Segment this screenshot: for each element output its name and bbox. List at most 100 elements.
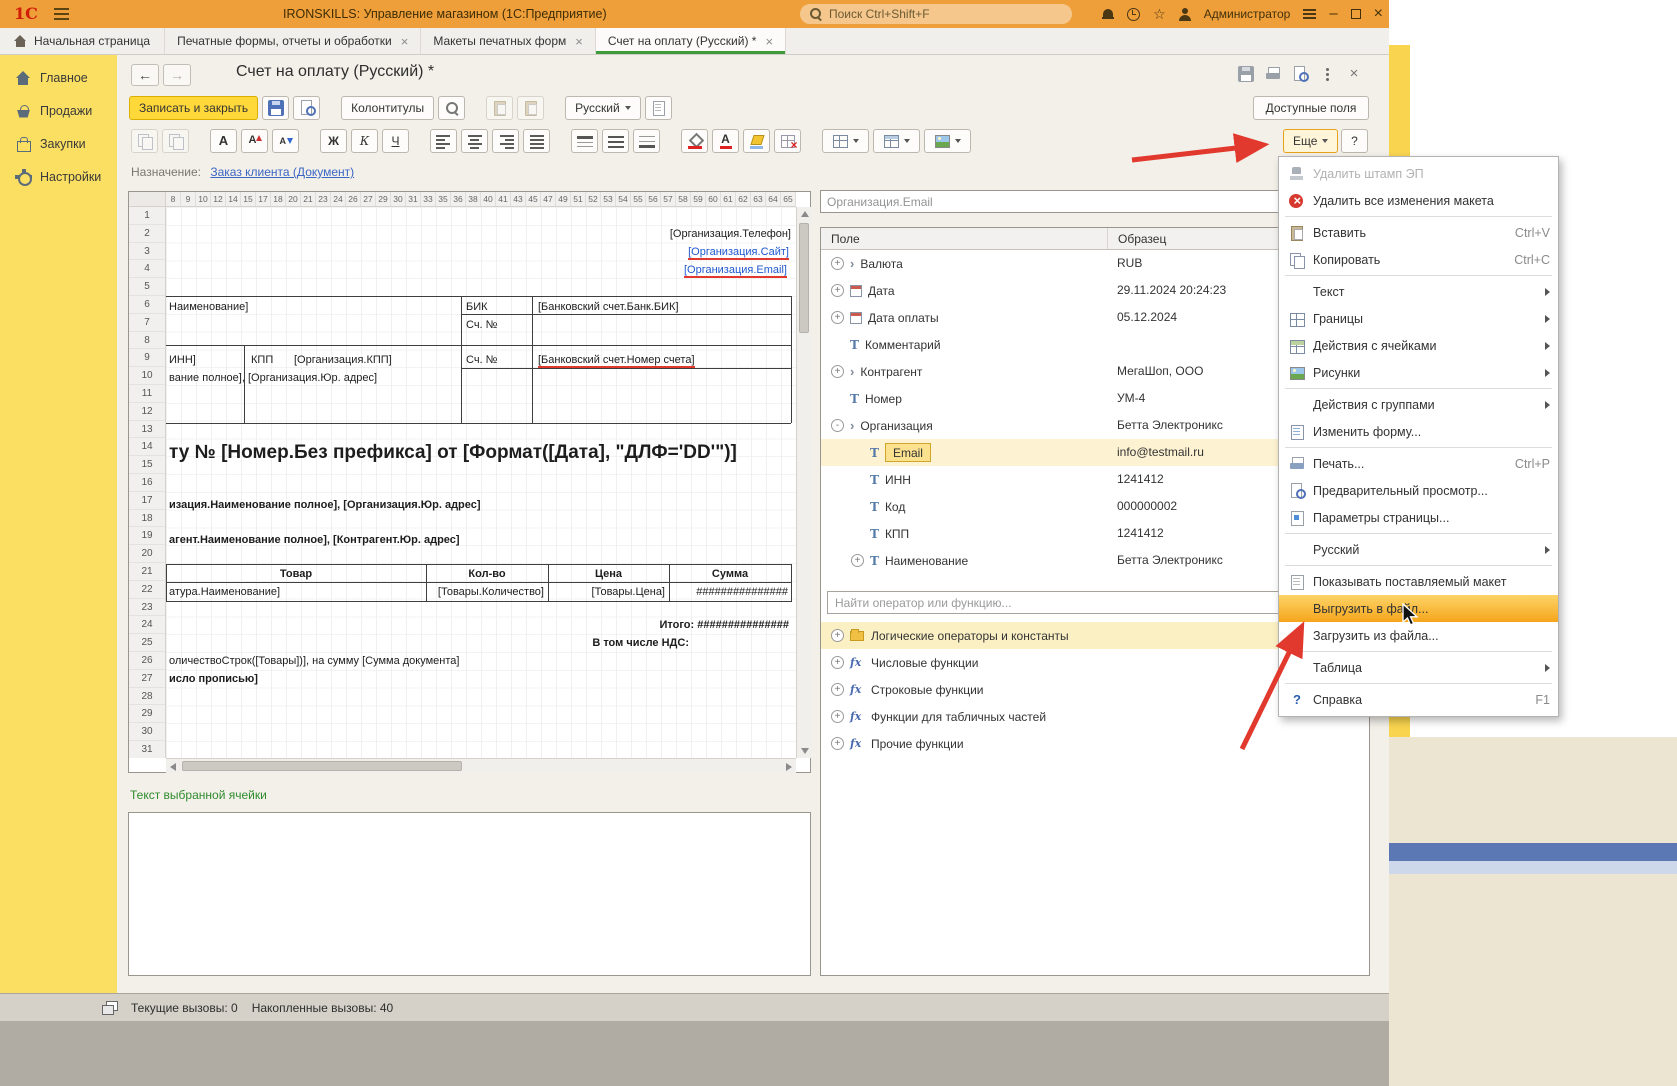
- expand-icon[interactable]: +: [851, 554, 864, 567]
- bold-button[interactable]: Ж: [320, 129, 347, 153]
- paste-special-button[interactable]: [517, 96, 544, 120]
- sheet-cell[interactable]: агент.Наименование полное], [Контрагент.…: [169, 532, 460, 549]
- column-number[interactable]: 24: [331, 192, 346, 206]
- column-number[interactable]: 23: [316, 192, 331, 206]
- tab-close-icon[interactable]: ×: [575, 35, 583, 48]
- favorites-icon[interactable]: ☆: [1153, 7, 1166, 21]
- sheet-cell[interactable]: КПП: [251, 352, 273, 369]
- text-color-button[interactable]: А: [712, 129, 739, 153]
- copy-button[interactable]: [131, 129, 158, 153]
- column-number[interactable]: 20: [286, 192, 301, 206]
- row-number[interactable]: 29: [129, 705, 165, 723]
- sheet-cell[interactable]: Сумма: [669, 566, 791, 583]
- column-number[interactable]: 62: [736, 192, 751, 206]
- underline-button[interactable]: Ч: [382, 129, 409, 153]
- page-layout-button[interactable]: [645, 96, 672, 120]
- column-number[interactable]: 54: [616, 192, 631, 206]
- tab-close-icon[interactable]: ×: [765, 35, 773, 48]
- column-number[interactable]: 36: [451, 192, 466, 206]
- menu-item[interactable]: Предварительный просмотр...: [1279, 477, 1558, 504]
- column-number[interactable]: 12: [211, 192, 226, 206]
- minimize-button[interactable]: –: [1329, 8, 1337, 20]
- column-number[interactable]: 41: [496, 192, 511, 206]
- menu-item[interactable]: Загрузить из файла...: [1279, 622, 1558, 649]
- sheet-cell[interactable]: исло прописью]: [169, 671, 258, 688]
- row-number[interactable]: 21: [129, 563, 165, 581]
- align-left-button[interactable]: [430, 129, 457, 153]
- picture-dropdown[interactable]: [924, 129, 971, 153]
- notifications-icon[interactable]: [1102, 8, 1114, 21]
- row-number[interactable]: 11: [129, 385, 165, 403]
- menu-item[interactable]: Русский: [1279, 536, 1558, 563]
- back-button[interactable]: ←: [131, 64, 159, 86]
- sheet-cell[interactable]: Сч. №: [466, 352, 497, 369]
- tools-menu-icon[interactable]: [1303, 9, 1316, 19]
- sheet-cell[interactable]: Сч. №: [466, 317, 497, 334]
- sheet-cell[interactable]: [Организация.Телефон]: [501, 226, 791, 243]
- menu-item[interactable]: Действия с группами: [1279, 391, 1558, 418]
- expand-icon[interactable]: +: [831, 683, 844, 696]
- row-number[interactable]: 7: [129, 314, 165, 332]
- table-style-dropdown[interactable]: [873, 129, 920, 153]
- copy-format-button[interactable]: [162, 129, 189, 153]
- selected-cell-text-input[interactable]: [128, 812, 811, 976]
- menu-item[interactable]: Показывать поставляемый макет: [1279, 568, 1558, 595]
- column-number[interactable]: 8: [166, 192, 181, 206]
- sheet-cell[interactable]: атура.Наименование]: [169, 584, 280, 601]
- more-vert-icon[interactable]: [1319, 66, 1335, 82]
- column-number[interactable]: 60: [706, 192, 721, 206]
- preview-button[interactable]: [293, 96, 320, 120]
- column-number[interactable]: 10: [196, 192, 211, 206]
- column-number[interactable]: 26: [346, 192, 361, 206]
- column-number[interactable]: 17: [256, 192, 271, 206]
- global-search-input[interactable]: Поиск Ctrl+Shift+F: [800, 4, 1072, 24]
- home-tab[interactable]: Начальная страница: [0, 28, 165, 54]
- row-number[interactable]: 10: [129, 367, 165, 385]
- sheet-cell[interactable]: ИНН]: [169, 352, 196, 369]
- scroll-down-icon[interactable]: [801, 748, 809, 754]
- row-number[interactable]: 4: [129, 260, 165, 278]
- expand-icon[interactable]: +: [831, 710, 844, 723]
- column-number[interactable]: 53: [601, 192, 616, 206]
- column-number[interactable]: 35: [436, 192, 451, 206]
- row-number[interactable]: 20: [129, 545, 165, 563]
- italic-button[interactable]: К: [351, 129, 378, 153]
- row-number[interactable]: 19: [129, 527, 165, 545]
- expand-icon[interactable]: +: [831, 656, 844, 669]
- sheet-cell[interactable]: Наименование]: [169, 299, 248, 316]
- column-number[interactable]: 64: [766, 192, 781, 206]
- purpose-link[interactable]: Заказ клиента (Документ): [210, 165, 354, 179]
- row-number[interactable]: 3: [129, 243, 165, 261]
- expand-icon[interactable]: +: [831, 257, 844, 270]
- align-right-button[interactable]: [492, 129, 519, 153]
- tab-3[interactable]: Счет на оплату (Русский) *×: [596, 28, 786, 54]
- sheet-cell[interactable]: [Организация.Сайт]: [501, 244, 789, 261]
- font-decrease-button[interactable]: А: [272, 129, 299, 153]
- column-number[interactable]: 15: [241, 192, 256, 206]
- column-number[interactable]: 21: [301, 192, 316, 206]
- sidebar-item-settings[interactable]: Настройки: [0, 160, 117, 193]
- clear-cells-button[interactable]: [774, 129, 801, 153]
- sheet-cell[interactable]: Цена: [548, 566, 669, 583]
- row-number[interactable]: 13: [129, 421, 165, 439]
- column-number[interactable]: 33: [421, 192, 436, 206]
- tab-close-icon[interactable]: ×: [401, 35, 409, 48]
- menu-item[interactable]: Границы: [1279, 305, 1558, 332]
- menu-item[interactable]: Удалить штамп ЭП: [1279, 160, 1558, 187]
- row-number[interactable]: 28: [129, 688, 165, 706]
- column-number[interactable]: 9: [181, 192, 196, 206]
- column-number[interactable]: 65: [781, 192, 796, 206]
- row-number[interactable]: 8: [129, 332, 165, 350]
- row-number[interactable]: 22: [129, 581, 165, 599]
- sidebar-item-home[interactable]: Главное: [0, 61, 117, 94]
- menu-item[interactable]: Печать...Ctrl+P: [1279, 450, 1558, 477]
- expand-icon[interactable]: +: [831, 284, 844, 297]
- function-group[interactable]: +fxПрочие функции: [821, 730, 1368, 757]
- column-number[interactable]: 40: [481, 192, 496, 206]
- row-number[interactable]: 15: [129, 456, 165, 474]
- column-number[interactable]: 56: [646, 192, 661, 206]
- column-number[interactable]: 58: [676, 192, 691, 206]
- column-number[interactable]: 38: [466, 192, 481, 206]
- tab-1[interactable]: Печатные формы, отчеты и обработки×: [165, 28, 421, 54]
- column-number[interactable]: 18: [271, 192, 286, 206]
